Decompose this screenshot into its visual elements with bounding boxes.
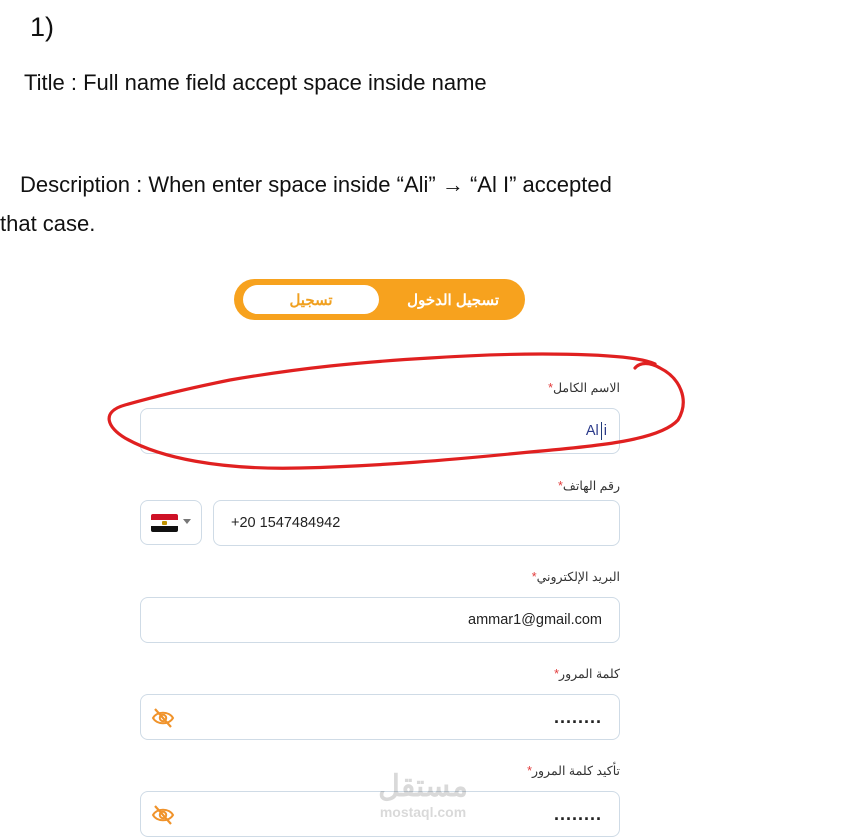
password-label: كلمة المرور*: [554, 667, 620, 681]
confirm-password-label: تأكيد كلمة المرور*: [527, 764, 620, 778]
egypt-flag-icon: [151, 514, 178, 532]
country-code-select[interactable]: [140, 500, 202, 545]
auth-toggle: تسجيل تسجيل الدخول: [234, 279, 525, 320]
email-input[interactable]: ammar1@gmail.com: [140, 597, 620, 643]
eye-off-icon[interactable]: [151, 707, 175, 729]
watermark: مستقل mostaql.com: [378, 770, 468, 820]
bug-description-line-1: Description : When enter space inside “A…: [20, 172, 612, 197]
step-number: 1): [30, 12, 55, 42]
full-name-input[interactable]: Al i: [140, 408, 620, 454]
full-name-label: الاسم الكامل*: [548, 381, 620, 395]
bug-description-line-2: that case.: [0, 211, 96, 236]
eye-off-icon[interactable]: [151, 804, 175, 826]
phone-input[interactable]: +20 1547484942: [213, 500, 620, 546]
bug-title: Title : Full name field accept space ins…: [24, 70, 487, 95]
phone-label: رقم الهاتف*: [558, 479, 620, 493]
email-label: البريد الإلكتروني*: [531, 570, 620, 584]
password-input[interactable]: ........: [140, 694, 620, 740]
chevron-down-icon: [183, 519, 191, 524]
login-tab[interactable]: تسجيل الدخول: [407, 279, 499, 320]
text-cursor: [600, 422, 602, 440]
register-tab[interactable]: تسجيل: [243, 285, 379, 314]
